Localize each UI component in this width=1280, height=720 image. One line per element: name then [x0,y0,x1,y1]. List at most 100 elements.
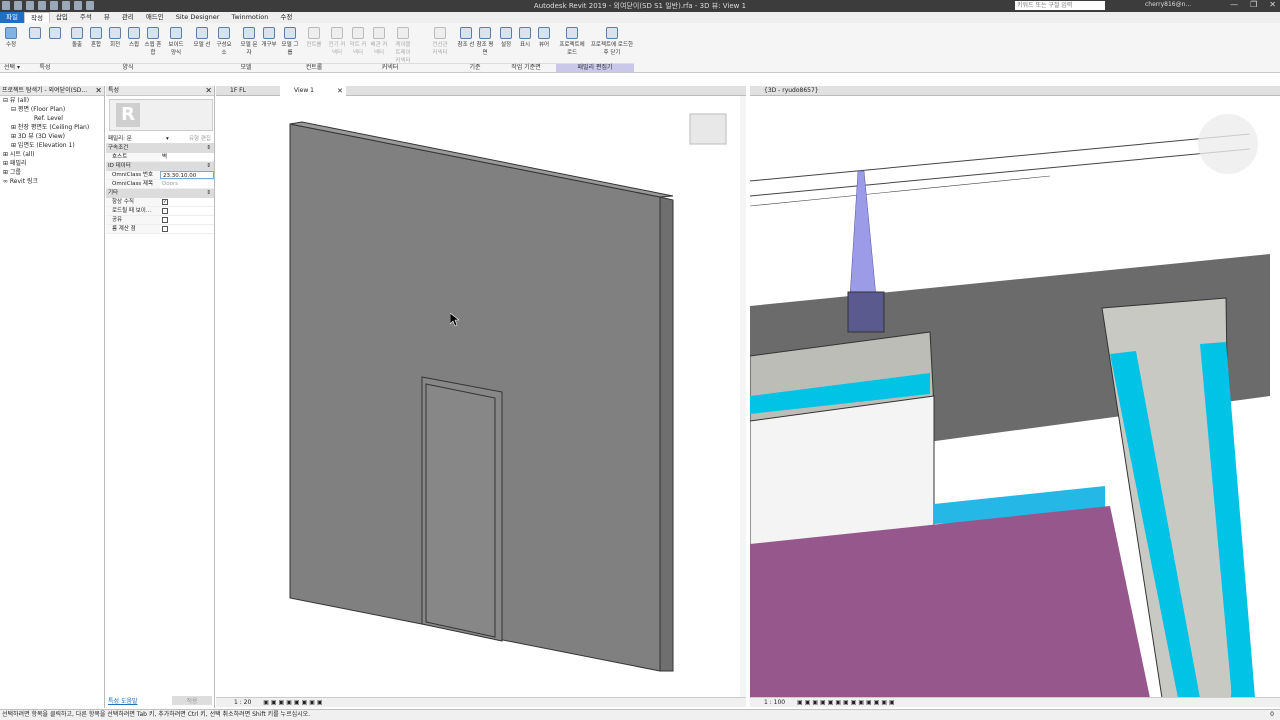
reference-line-button[interactable]: 참조 선 [457,27,475,48]
edit-type-button[interactable]: 유형 편집 [189,134,211,144]
tab-3d-ryudo[interactable]: {3D - ryudo8657} [750,86,850,96]
extrusion-icon [71,27,83,39]
user-account[interactable]: cherry816@n... [1145,1,1191,8]
viewer-button[interactable]: 뷰어 [535,27,553,48]
shared-checkbox[interactable] [162,217,168,223]
set-workplane-button[interactable]: 설정 [497,27,515,48]
tree-item-ref-level[interactable]: Ref. Level [0,114,104,123]
tree-item-groups[interactable]: ⊞ 그룹 [0,168,104,177]
pipe-connector-icon [373,27,385,39]
tab-create[interactable]: 작성 [23,11,50,24]
view-control-icons[interactable]: ▣▣▣▣▣▣▣▣▣▣▣▣▣ [797,699,897,706]
tab-insert[interactable]: 삽입 [50,12,74,23]
close-icon[interactable]: ✕ [95,86,102,96]
tab-annotate[interactable]: 주석 [74,12,98,23]
close-icon[interactable]: ✕ [205,86,212,96]
swept-blend-button[interactable]: 스윕 혼합 [144,27,162,56]
maximize-button[interactable]: ❐ [1250,0,1257,9]
cable-tray-connector-button[interactable]: 케이블 트레이 커넥터 [394,27,412,64]
load-into-project-button[interactable]: 프로젝트에 로드 [558,27,586,56]
tab-site-designer[interactable]: Site Designer [170,12,226,23]
tree-item-revit-links[interactable]: ∞ Revit 링크 [0,177,104,186]
always-vertical-checkbox[interactable]: ✓ [162,199,168,205]
building-model-canvas[interactable] [750,96,1280,697]
properties-help-link[interactable]: 특성 도움말 [108,696,138,705]
void-forms-button[interactable]: 보이드 양식 [167,27,185,56]
tree-item-ceiling-plan[interactable]: ⊞ 천장 평면도 (Ceiling Plan) [0,123,104,132]
cut-with-voids-checkbox[interactable] [162,208,168,214]
title-bar: Autodesk Revit 2019 - 외여닫이(SD S1 일반).rfa… [0,0,1280,12]
revolve-button[interactable]: 회전 [106,27,124,48]
tab-twinmotion[interactable]: Twinmotion [225,12,274,23]
family-category-button[interactable] [46,27,64,40]
properties-palette: 특성 ✕ R 패밀리: 문 ▾ 유형 편집 구속조건 ⇕ 호스트 벽 ID 데이터 ⇕ … [106,86,215,708]
omniclass-number-field[interactable]: 23.30.10.00 [160,171,214,179]
tab-addins[interactable]: 애드인 [140,12,170,23]
left-3d-view[interactable] [216,96,746,697]
status-message: 선택하려면 항목을 클릭하고, 다른 항목을 선택하려면 Tab 키, 추가하려… [2,711,311,718]
view-control-icons[interactable]: ▣▣▣▣▣▣▣▣ [263,699,324,706]
panel-select[interactable]: 선택 ▾ [0,63,24,72]
set-workplane-icon [500,27,512,39]
family-types-button[interactable] [26,27,44,40]
reference-line-icon [460,27,472,39]
door-model-canvas[interactable] [216,96,746,697]
room-calc-point-checkbox[interactable] [162,226,168,232]
apply-button[interactable]: 적용 [172,696,212,705]
type-selector[interactable]: R [109,99,213,131]
show-workplane-button[interactable]: 표시 [516,27,534,48]
revit-logo-icon: R [116,103,140,127]
ribbon-tabs: 파일 작성 삽입 주석 뷰 관리 애드인 Site Designer Twinm… [0,11,1280,24]
tab-manage[interactable]: 관리 [116,12,140,23]
control-button[interactable]: 컨트롤 [305,27,323,48]
panel-datum: 기준 [454,63,496,72]
sweep-button[interactable]: 스윕 [125,27,143,48]
reference-plane-button[interactable]: 참조 평면 [476,27,494,56]
tree-item-views[interactable]: ⊟ 뷰 (all) [0,96,104,105]
tab-1f-fl[interactable]: 1F FL [216,86,280,96]
model-group-button[interactable]: 모델 그룹 [281,27,299,56]
family-selector[interactable]: 패밀리: 문 [108,136,132,142]
duct-connector-button[interactable]: 덕트 커넥터 [349,27,367,56]
minimize-button[interactable]: — [1230,0,1238,9]
model-text-button[interactable]: 모델 문자 [240,27,258,56]
panel-forms: 양식 [66,63,190,72]
mouse-cursor-icon [450,313,459,327]
swept-blend-icon [147,27,159,39]
section-constraints[interactable]: 구속조건 ⇕ [106,144,214,153]
tree-item-3d-view[interactable]: ⊞ 3D 뷰 (3D View) [0,132,104,141]
load-and-close-button[interactable]: 프로젝트에 로드한 후 닫기 [590,27,634,56]
tab-modify[interactable]: 수정 [274,12,298,23]
blend-button[interactable]: 혼합 [87,27,105,48]
status-bar: 선택하려면 항목을 클릭하고, 다른 항목을 선택하려면 Tab 키, 추가하려… [0,709,1280,720]
tab-file[interactable]: 파일 [0,12,24,23]
right-3d-view[interactable] [750,96,1280,697]
pipe-connector-button[interactable]: 배관 커넥터 [370,27,388,56]
tree-item-families[interactable]: ⊞ 패밀리 [0,159,104,168]
close-icon[interactable]: ✕ [337,86,343,96]
tree-item-elevation[interactable]: ⊞ 입면도 (Elevation 1) [0,141,104,150]
conduit-connector-button[interactable]: 전선관 커넥터 [431,27,449,56]
section-other[interactable]: 기타 ⇕ [106,189,214,198]
model-line-icon [196,27,208,39]
extrusion-button[interactable]: 돌출 [68,27,86,48]
view-scale[interactable]: 1 : 20 [234,699,251,706]
chevron-down-icon[interactable]: ▾ [166,134,169,144]
close-button[interactable]: ✕ [1269,0,1276,9]
search-input[interactable]: 키워드 또는 구절 입력 [1015,1,1105,10]
modify-button[interactable]: 수정 [2,27,20,48]
tab-view[interactable]: 뷰 [98,12,116,23]
view-scale[interactable]: 1 : 100 [764,699,785,706]
model-line-button[interactable]: 모델 선 [193,27,211,48]
tree-item-floor-plan[interactable]: ⊟ 평면 (Floor Plan) [0,105,104,114]
component-button[interactable]: 구성요소 [215,27,233,56]
tab-view-1[interactable]: View 1 ✕ [280,86,346,96]
tree-item-sheets[interactable]: ⊞ 시트 (all) [0,150,104,159]
section-identity-data[interactable]: ID 데이터 ⇕ [106,162,214,171]
electrical-connector-button[interactable]: 전기 커넥터 [328,27,346,56]
steering-wheel-icon[interactable] [1198,114,1258,174]
opening-button[interactable]: 개구부 [260,27,278,48]
panel-control: 컨트롤 [302,63,326,72]
view-cube-icon[interactable] [689,113,727,145]
prop-value: 벽 [162,154,168,160]
